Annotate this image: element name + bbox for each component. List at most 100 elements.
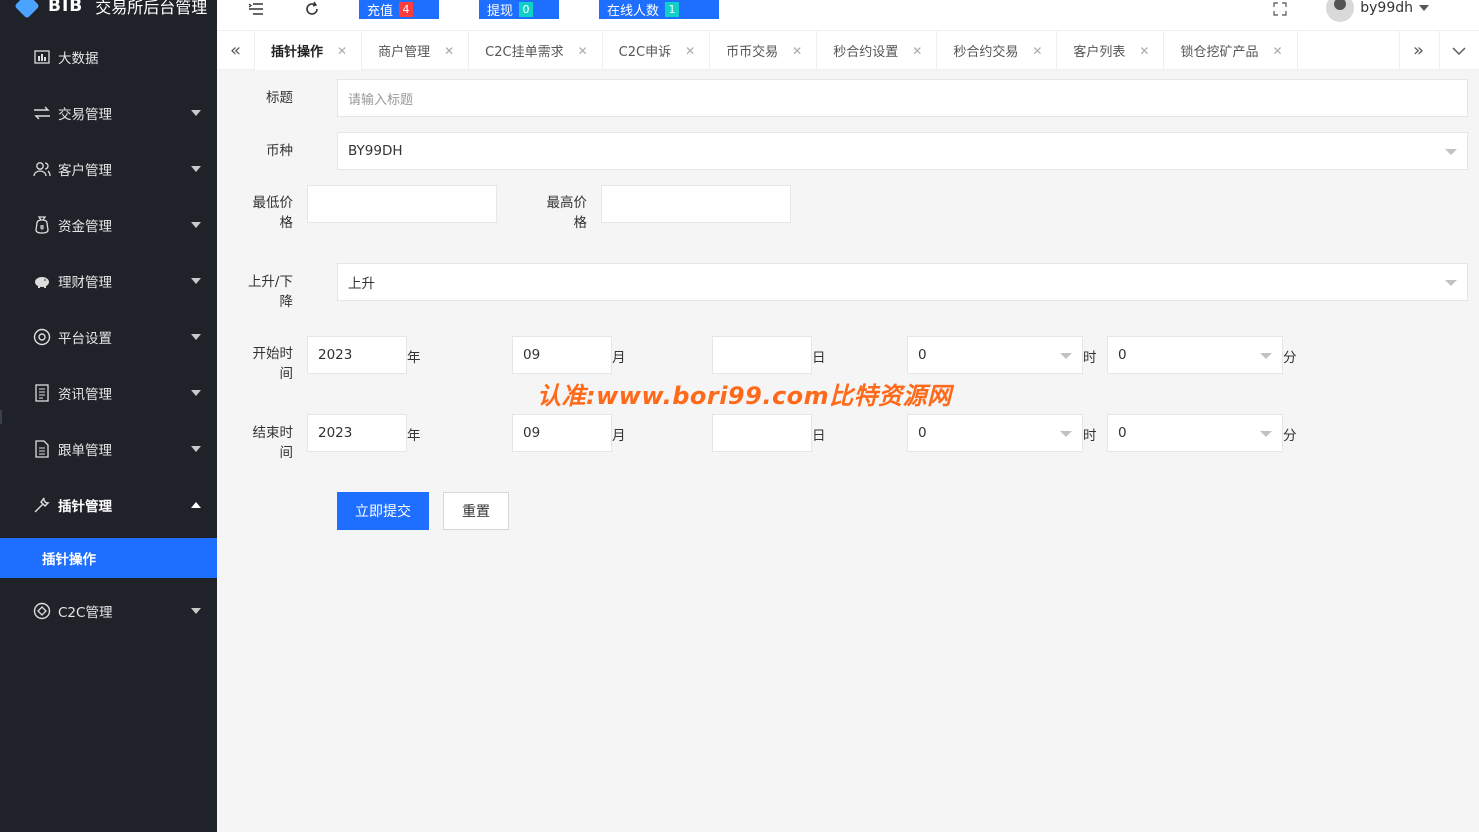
tabs: 插针操作 ✕ 商户管理 ✕ C2C挂单需求 ✕ C2C申诉 ✕ 币币交易 ✕ 秒合约设置 ✕…: [255, 31, 1298, 70]
tabs-scroll-left-icon[interactable]: «: [217, 31, 255, 70]
user-menu[interactable]: by99dh: [1326, 0, 1429, 22]
start-time-label: 开始时间: [252, 346, 294, 382]
close-icon[interactable]: ✕: [578, 44, 588, 58]
coin-label: 币种: [266, 143, 293, 159]
sidebar-item-label: 插针管理: [58, 499, 112, 515]
chevron-down-icon: [191, 446, 201, 452]
withdraw-badge: 0: [519, 2, 534, 17]
start-month-input[interactable]: 09: [512, 336, 612, 374]
start-day-input[interactable]: [712, 336, 812, 374]
end-hour-value: 0: [918, 425, 927, 441]
recharge-button[interactable]: 充值 4: [359, 0, 439, 19]
menu-toggle-icon[interactable]: [247, 0, 265, 18]
submit-button[interactable]: 立即提交: [337, 492, 429, 530]
tab-c2c-appeal[interactable]: C2C申诉 ✕: [603, 31, 711, 70]
sidebar-item-platform[interactable]: 平台设置: [0, 315, 217, 359]
tab-pin-operation[interactable]: 插针操作 ✕: [255, 31, 363, 70]
title-label: 标题: [266, 90, 293, 106]
withdraw-button[interactable]: 提现 0: [479, 0, 559, 19]
tab-seconds-contract-trade[interactable]: 秒合约交易 ✕: [937, 31, 1058, 70]
coin-select[interactable]: BY99DH: [337, 132, 1468, 170]
close-icon[interactable]: ✕: [1032, 44, 1042, 58]
settings-icon: [32, 327, 52, 347]
logo: BIB 交易所后台管理: [14, 0, 207, 21]
online-users-button[interactable]: 在线人数 1: [599, 0, 719, 19]
chevron-down-icon: [1260, 353, 1272, 359]
sidebar: BIB 交易所后台管理 大数据 交易管理 客户管理 资金管理 理财管理 平台设置…: [0, 0, 217, 832]
sidebar-item-bigdata[interactable]: 大数据: [0, 35, 217, 79]
close-icon[interactable]: ✕: [685, 44, 695, 58]
tab-customer-list[interactable]: 客户列表 ✕: [1057, 31, 1165, 70]
chevron-down-icon: [1445, 280, 1457, 286]
day-unit: 日: [812, 350, 826, 366]
close-icon[interactable]: ✕: [337, 44, 347, 58]
end-day-input[interactable]: [712, 414, 812, 452]
wrench-icon: [32, 495, 52, 515]
direction-select[interactable]: 上升: [337, 263, 1468, 301]
close-icon[interactable]: ✕: [1272, 44, 1282, 58]
tab-spot-trade[interactable]: 币币交易 ✕: [710, 31, 818, 70]
tab-lock-mining[interactable]: 锁仓挖矿产品 ✕: [1164, 31, 1298, 70]
piggy-icon: [32, 271, 52, 291]
logo-brand: BIB: [48, 0, 84, 16]
month-unit: 月: [612, 350, 626, 366]
sidebar-item-trade[interactable]: 交易管理: [0, 91, 217, 135]
fullscreen-icon[interactable]: [1271, 0, 1289, 18]
sidebar-item-c2c[interactable]: C2C管理: [0, 589, 217, 633]
sidebar-item-copytrade[interactable]: 跟单管理: [0, 427, 217, 471]
sidebar-item-pin[interactable]: 插针管理: [0, 483, 217, 527]
chevron-down-icon: [191, 166, 201, 172]
sidebar-item-label: 理财管理: [58, 275, 112, 291]
end-minute-select[interactable]: 0: [1107, 414, 1283, 452]
min-price-input[interactable]: [307, 185, 497, 223]
max-price-label: 最高价格: [546, 195, 588, 231]
minute-unit: 分: [1283, 428, 1297, 444]
month-unit: 月: [612, 428, 626, 444]
moneybag-icon: [32, 215, 52, 235]
hour-unit: 时: [1083, 350, 1097, 366]
tab-label: 秒合约交易: [953, 45, 1019, 60]
end-time-label: 结束时间: [252, 425, 294, 461]
users-icon: [32, 159, 52, 179]
refresh-icon[interactable]: [303, 0, 321, 18]
chevron-down-icon: [1260, 431, 1272, 437]
title-input[interactable]: 请输入标题: [337, 79, 1468, 117]
direction-label: 上升/下降: [247, 274, 293, 310]
start-year-input[interactable]: 2023: [307, 336, 407, 374]
tab-merchant[interactable]: 商户管理 ✕: [362, 31, 470, 70]
tabs-scroll-right-icon[interactable]: »: [1399, 31, 1437, 70]
tabs-dropdown-icon[interactable]: [1439, 31, 1477, 70]
top-header: 充值 4 提现 0 在线人数 1 by99dh: [217, 0, 1479, 30]
start-hour-select[interactable]: 0: [907, 336, 1083, 374]
recharge-label: 充值: [367, 4, 394, 19]
year-unit: 年: [407, 350, 421, 366]
sidebar-subitem-pin-operation[interactable]: 插针操作: [0, 538, 217, 578]
end-hour-select[interactable]: 0: [907, 414, 1083, 452]
exchange-icon: [32, 103, 52, 123]
close-icon[interactable]: ✕: [1139, 44, 1149, 58]
close-icon[interactable]: ✕: [444, 44, 454, 58]
reset-button[interactable]: 重置: [443, 492, 509, 530]
news-icon: [32, 383, 52, 403]
sidebar-item-wealth[interactable]: 理财管理: [0, 259, 217, 303]
tab-label: 秒合约设置: [833, 45, 899, 60]
start-minute-select[interactable]: 0: [1107, 336, 1283, 374]
username: by99dh: [1360, 0, 1413, 16]
document-icon: [32, 439, 52, 459]
sidebar-item-label: 资讯管理: [58, 387, 112, 403]
sidebar-item-funds[interactable]: 资金管理: [0, 203, 217, 247]
tab-c2c-orders[interactable]: C2C挂单需求 ✕: [469, 31, 603, 70]
sidebar-item-customers[interactable]: 客户管理: [0, 147, 217, 191]
max-price-input[interactable]: [601, 185, 791, 223]
chart-icon: [32, 47, 52, 67]
end-year-input[interactable]: 2023: [307, 414, 407, 452]
chevron-down-icon: [1419, 5, 1429, 11]
chevron-down-icon: [1060, 353, 1072, 359]
sidebar-item-news[interactable]: 资讯管理: [0, 371, 217, 415]
chevron-down-icon: [191, 608, 201, 614]
close-icon[interactable]: ✕: [792, 44, 802, 58]
sidebar-item-label: 大数据: [58, 51, 99, 67]
tab-seconds-contract-settings[interactable]: 秒合约设置 ✕: [817, 31, 938, 70]
close-icon[interactable]: ✕: [912, 44, 922, 58]
end-month-input[interactable]: 09: [512, 414, 612, 452]
